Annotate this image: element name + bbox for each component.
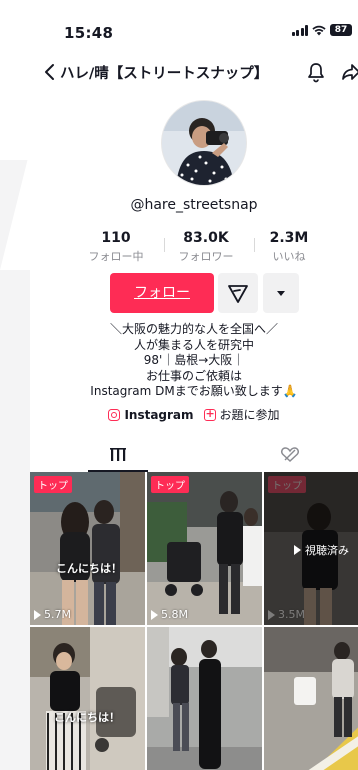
view-count: 5.7M [34, 608, 71, 621]
video-thumbnail-image [147, 627, 262, 770]
avatar[interactable] [161, 100, 247, 186]
tab-liked[interactable] [230, 438, 350, 472]
wifi-icon [312, 25, 326, 35]
topic-link[interactable]: お題に参加 [203, 406, 280, 423]
top-badge: トップ [34, 476, 72, 493]
status-icons: 87 [291, 24, 352, 36]
stat-likes-label: いいね [272, 250, 306, 263]
video-thumbnail-image [30, 627, 145, 770]
video-thumbnail[interactable] [147, 627, 262, 770]
view-count: 3.5M [268, 608, 305, 621]
stat-following-label: フォロー中 [88, 250, 144, 263]
bio-line: 98'｜島根→大阪｜ [143, 353, 245, 367]
status-time: 15:48 [64, 24, 114, 42]
play-icon [268, 609, 275, 620]
video-thumbnail-image [30, 472, 145, 625]
content-tabs [30, 438, 358, 472]
message-button[interactable] [218, 273, 258, 313]
paper-plane-icon [228, 285, 248, 303]
profile-stats: 110 フォロー中 83.0K フォロワー 2.3M いいね [86, 230, 326, 266]
video-thumbnail[interactable]: こんにちは！ [30, 627, 145, 770]
stat-followers-value: 83.0K [183, 230, 229, 246]
stat-divider [254, 238, 255, 252]
header: ハレ/晴【ストリートスナップ】 [30, 56, 358, 90]
view-count-value: 5.7M [44, 608, 71, 621]
watched-label: 視聴済み [294, 542, 349, 558]
stat-likes[interactable]: 2.3M いいね [262, 230, 316, 264]
play-icon [151, 609, 158, 620]
top-badge: トップ [151, 476, 189, 493]
video-thumbnail[interactable] [264, 627, 358, 770]
watched-label-text: 視聴済み [305, 544, 349, 557]
username: @hare_streetsnap [130, 197, 258, 213]
status-bar: 15:48 87 [30, 18, 358, 44]
video-thumbnail-image [147, 472, 262, 625]
instagram-link[interactable]: Instagram [108, 406, 194, 423]
signal-icon [291, 24, 308, 36]
follow-button[interactable]: フォロー [110, 273, 214, 313]
view-count: 5.8M [151, 608, 188, 621]
topic-link-label: お題に参加 [219, 408, 280, 422]
liked-heart-icon [281, 447, 299, 463]
instagram-link-label: Instagram [124, 407, 194, 422]
stat-followers[interactable]: 83.0K フォロワー [170, 230, 242, 264]
video-thumbnail[interactable]: トップ 5.8M [147, 472, 262, 625]
more-options-button[interactable] [263, 273, 299, 313]
instagram-icon [108, 408, 121, 421]
video-thumbnail[interactable]: トップ 視聴済み 3.5M [264, 472, 358, 625]
video-caption: こんにちは！ [54, 711, 120, 724]
bell-icon[interactable] [305, 61, 327, 83]
stat-followers-label: フォロワー [178, 250, 234, 263]
top-badge: トップ [268, 476, 306, 493]
view-count-value: 5.8M [161, 608, 188, 621]
profile-links: Instagram お題に参加 [30, 406, 358, 423]
grid-icon [110, 448, 126, 461]
back-arrow-icon[interactable] [40, 61, 60, 83]
video-thumbnail-image [264, 627, 358, 770]
play-icon [34, 609, 41, 620]
bio-line: ＼大阪の魅力的な人を全国へ／ [109, 322, 278, 336]
stat-likes-value: 2.3M [269, 230, 309, 246]
tab-videos[interactable] [58, 438, 178, 472]
topic-icon [203, 407, 216, 421]
profile-page: 15:48 87 ハレ/晴【ストリートスナップ】 @hare_streetsna… [0, 0, 358, 770]
stat-following-value: 110 [101, 230, 131, 246]
video-caption: こんにちは！ [56, 562, 122, 575]
avatar-photo [162, 101, 246, 185]
play-icon [294, 545, 301, 555]
profile-bio: ＼大阪の魅力的な人を全国へ／ 人が集まる人を研究中 98'｜島根→大阪｜ お仕事… [30, 322, 358, 400]
caret-down-icon [277, 291, 285, 296]
video-grid: トップ こんにちは！ 5.7M トップ 5.8M トップ 視聴済み 3.5M こ… [30, 472, 358, 770]
video-thumbnail[interactable]: トップ こんにちは！ 5.7M [30, 472, 145, 625]
bio-line: Instagram DMまでお願い致します🙏 [90, 384, 298, 398]
bio-line: 人が集まる人を研究中 [133, 337, 254, 352]
stat-divider [164, 238, 165, 252]
bio-line: お仕事のご依頼は [145, 368, 242, 383]
share-icon[interactable] [340, 61, 358, 83]
battery-indicator: 87 [330, 24, 352, 36]
page-title: ハレ/晴【ストリートスナップ】 [60, 66, 269, 82]
view-count-value: 3.5M [278, 608, 305, 621]
stat-following[interactable]: 110 フォロー中 [86, 230, 146, 264]
